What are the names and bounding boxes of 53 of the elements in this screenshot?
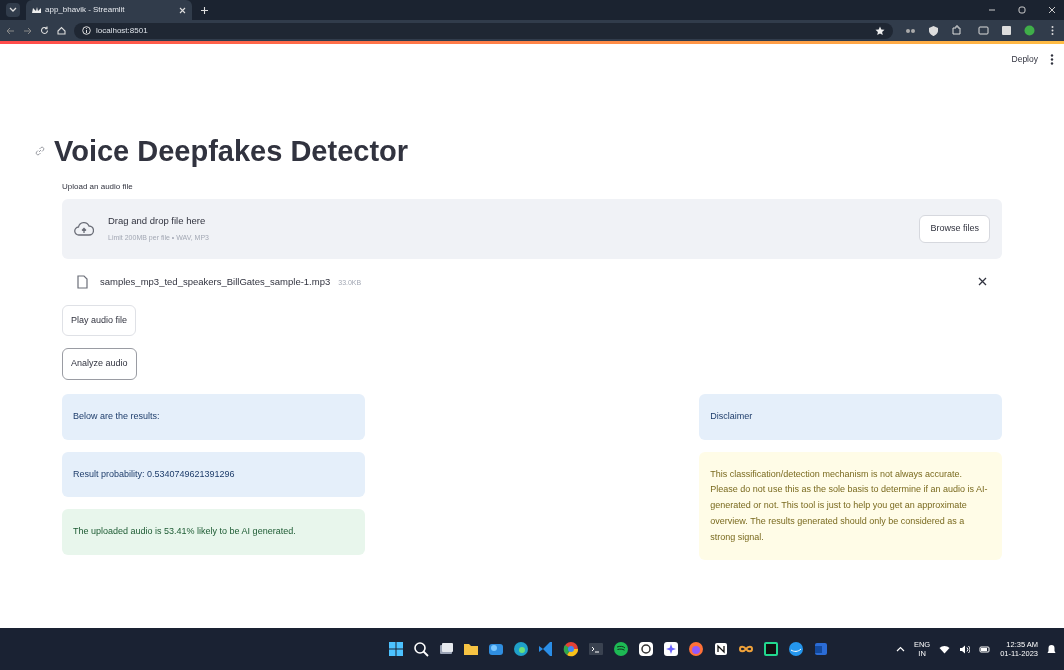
info-alert: Below are the results:: [62, 393, 365, 440]
warning-alert: This classification/detection mechanism is not always accurate. Please do not use this as the sole basis to determine if an audio is AI-generated or not. This tool is just to help you get an approximate overview. The results generated should only be considered as a strong signal.: [699, 451, 1002, 561]
terminal-icon[interactable]: [588, 641, 604, 657]
avatar-icon[interactable]: [1024, 25, 1035, 36]
close-icon[interactable]: [978, 277, 987, 287]
music-app-icon[interactable]: [613, 641, 629, 657]
info-alert: Disclaimer: [699, 393, 1002, 440]
media-icon[interactable]: [978, 25, 989, 36]
shield-icon[interactable]: [928, 25, 939, 36]
success-alert: The uploaded audio is 53.41% likely to be AI generated.: [62, 509, 365, 556]
home-icon[interactable]: [57, 26, 66, 35]
windows-icon[interactable]: [388, 641, 404, 657]
search-icon[interactable]: [413, 641, 429, 657]
forward-icon[interactable]: [23, 26, 32, 35]
wifi-icon[interactable]: [939, 644, 951, 654]
back-icon[interactable]: [6, 26, 15, 35]
app-icon[interactable]: [488, 641, 504, 657]
deploy-link[interactable]: Deploy: [1011, 52, 1038, 66]
crown-icon: [32, 7, 41, 13]
action-button[interactable]: Analyze audio: [62, 348, 137, 380]
kebab-icon[interactable]: [1050, 53, 1054, 65]
browser-icon[interactable]: [513, 641, 529, 657]
plus-icon[interactable]: [200, 5, 209, 15]
drop-text: Drag and drop file here: [108, 214, 207, 229]
star-icon[interactable]: [875, 25, 885, 36]
restore-icon[interactable]: [1018, 6, 1026, 14]
document-app-icon[interactable]: [813, 641, 829, 657]
info-alert: Result probability: 0.5340749621391296: [62, 451, 365, 498]
sparkle-app-icon[interactable]: [663, 641, 679, 657]
browser-tab[interactable]: app_bhavik - Streamlit: [26, 0, 192, 20]
code-editor-icon[interactable]: [538, 641, 554, 657]
ide-icon[interactable]: [763, 641, 779, 657]
task-view-icon[interactable]: [438, 641, 454, 657]
file-icon: [77, 274, 88, 289]
browser-icon[interactable]: [563, 641, 579, 657]
file-name: samples_mp3_ted_speakers_BillGates_sample-1.mp3: [100, 274, 331, 289]
info-icon: [82, 26, 91, 35]
browse-files-button[interactable]: Browse files: [919, 215, 990, 243]
folder-icon[interactable]: [463, 641, 479, 657]
speaker-icon[interactable]: [959, 644, 971, 654]
browser-icon[interactable]: [688, 641, 704, 657]
battery-icon[interactable]: [979, 644, 992, 654]
uploader-label: Upload an audio file: [62, 180, 134, 193]
action-button[interactable]: Play audio file: [62, 304, 137, 337]
chevron-up-icon[interactable]: [895, 646, 905, 652]
minimize-icon[interactable]: [988, 6, 996, 14]
page-title: Voice Deepfakes Detector: [54, 134, 409, 169]
notification-icon[interactable]: [1047, 643, 1056, 655]
cloud-upload-icon: [74, 220, 94, 237]
reload-icon[interactable]: [40, 26, 49, 35]
address-bar[interactable]: localhost:8501: [74, 22, 893, 39]
chevron-down-icon[interactable]: [9, 7, 17, 13]
notes-app-icon[interactable]: [713, 641, 729, 657]
